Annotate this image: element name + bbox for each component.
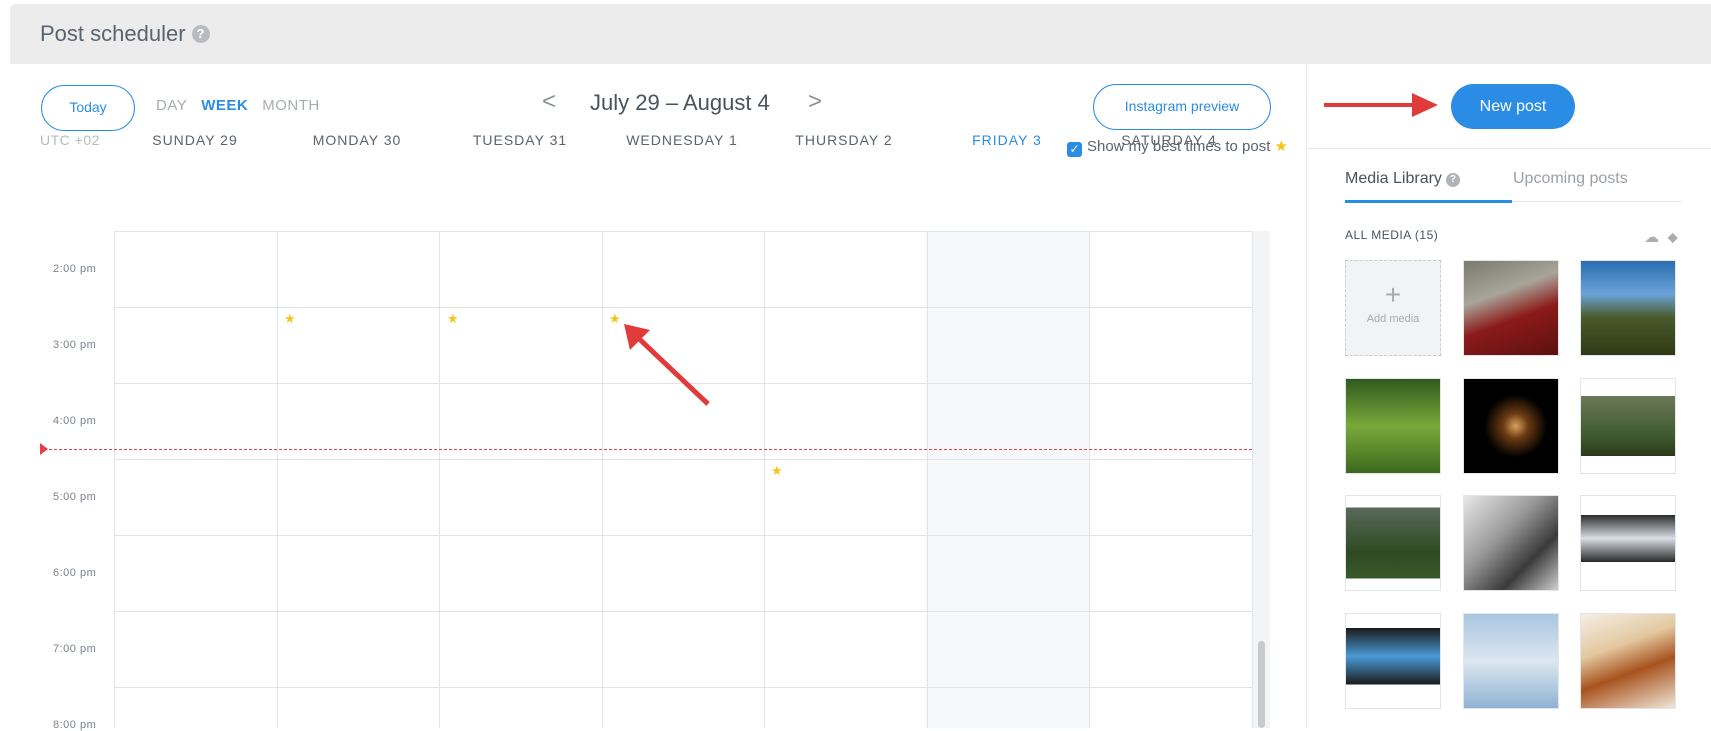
next-week-button[interactable]: >: [808, 88, 822, 116]
help-icon[interactable]: ?: [191, 25, 210, 43]
best-time-star-icon[interactable]: ★: [771, 463, 783, 479]
divider: [1307, 148, 1711, 149]
scrollbar-thumb[interactable]: [1258, 641, 1265, 728]
media-image: [1464, 496, 1558, 590]
day-header[interactable]: TUESDAY 31: [439, 132, 601, 148]
top-bar: Post scheduler?: [10, 4, 1711, 64]
time-label: 2:00 pm: [53, 263, 97, 275]
best-time-star-icon[interactable]: ★: [609, 311, 621, 327]
media-image: [1464, 379, 1558, 473]
grid-column-line: [439, 231, 440, 728]
media-thumbnail[interactable]: [1463, 260, 1559, 356]
media-thumbnail[interactable]: [1463, 613, 1559, 709]
star-icon: ★: [1274, 138, 1288, 155]
media-image: [1581, 614, 1675, 708]
cloud-upload-icon[interactable]: ☁: [1644, 229, 1659, 246]
tab-media-library[interactable]: Media Library?: [1345, 170, 1460, 188]
media-thumbnail[interactable]: [1463, 378, 1559, 474]
media-count: ALL MEDIA (15): [1345, 228, 1439, 242]
calendar-scrollbar[interactable]: [1252, 231, 1270, 728]
media-thumbnail[interactable]: [1580, 495, 1676, 591]
prev-week-button[interactable]: <: [542, 88, 556, 116]
media-image: [1581, 261, 1675, 355]
grid-column-line: [601, 231, 603, 728]
grid-column-line: [1089, 231, 1090, 728]
new-post-button[interactable]: New post: [1451, 84, 1575, 129]
instagram-preview-button[interactable]: Instagram preview: [1093, 84, 1271, 130]
view-switcher: DAY WEEK MONTH: [156, 97, 334, 114]
add-media-tile[interactable]: + Add media: [1345, 260, 1441, 356]
time-label: 3:00 pm: [53, 339, 97, 351]
media-image: [1464, 614, 1558, 708]
grid-column-line: [114, 231, 115, 728]
current-day-column: [926, 231, 1089, 728]
media-thumbnail[interactable]: [1580, 378, 1676, 474]
media-actions: ☁ ⬥: [1644, 228, 1678, 246]
time-label: 7:00 pm: [53, 643, 97, 655]
grid-row-line: [114, 687, 1252, 688]
media-image: [1464, 261, 1558, 355]
media-image: [1346, 614, 1440, 708]
best-time-star-icon[interactable]: ★: [447, 311, 459, 327]
grid-row-line: [114, 231, 1252, 232]
annotation-arrow-diagonal: [624, 324, 710, 406]
day-header[interactable]: MONDAY 30: [276, 132, 438, 148]
grid-row-line: [114, 611, 1252, 612]
tag-icon[interactable]: ⬥: [1667, 229, 1678, 246]
time-label: 8:00 pm: [53, 719, 97, 731]
view-day-button[interactable]: DAY: [156, 97, 187, 114]
grid-column-line: [764, 231, 765, 728]
tab-media-library-label: Media Library: [1345, 170, 1442, 187]
active-tab-indicator: [1345, 200, 1512, 203]
media-image: [1346, 379, 1440, 473]
sidebar: New post Media Library? Upcoming posts A…: [1306, 64, 1711, 728]
timezone-label: UTC +02: [40, 132, 100, 148]
page-title-text: Post scheduler: [40, 21, 186, 46]
media-thumbnail[interactable]: [1463, 495, 1559, 591]
add-media-label: Add media: [1366, 313, 1420, 325]
day-header[interactable]: THURSDAY 2: [763, 132, 925, 148]
view-week-button[interactable]: WEEK: [201, 97, 248, 114]
media-thumbnail[interactable]: [1345, 613, 1441, 709]
media-thumbnail[interactable]: [1345, 495, 1441, 591]
time-label: 4:00 pm: [53, 415, 97, 427]
date-range: July 29 – August 4: [590, 90, 770, 115]
day-header[interactable]: SATURDAY 4: [1088, 132, 1250, 148]
tab-upcoming-posts[interactable]: Upcoming posts: [1513, 170, 1628, 188]
grid-row-line: [114, 307, 1252, 308]
time-label: 6:00 pm: [53, 567, 97, 579]
today-button[interactable]: Today: [41, 85, 135, 131]
help-icon[interactable]: ?: [1445, 173, 1460, 187]
best-time-star-icon[interactable]: ★: [284, 311, 296, 327]
grid-column-line: [276, 231, 278, 728]
day-header[interactable]: FRIDAY 3: [926, 132, 1088, 148]
view-month-button[interactable]: MONTH: [262, 97, 320, 114]
page-title: Post scheduler?: [40, 21, 210, 47]
plus-icon: +: [1384, 279, 1402, 310]
media-thumbnail[interactable]: [1580, 260, 1676, 356]
media-image: [1581, 379, 1675, 473]
tab-underline: [1512, 201, 1682, 202]
time-label: 5:00 pm: [53, 491, 97, 503]
current-time-line: [44, 449, 1252, 450]
calendar-grid[interactable]: ★ ★ ★ ★: [114, 231, 1253, 728]
grid-column-line: [926, 231, 928, 728]
day-header[interactable]: SUNDAY 29: [114, 132, 276, 148]
media-image: [1581, 496, 1675, 590]
media-image: [1346, 496, 1440, 590]
annotation-arrow-horizontal: [1324, 93, 1438, 117]
grid-row-line: [114, 535, 1252, 536]
media-thumbnail[interactable]: [1345, 378, 1441, 474]
media-thumbnail[interactable]: [1580, 613, 1676, 709]
grid-row-line: [114, 459, 1252, 460]
day-header[interactable]: WEDNESDAY 1: [601, 132, 763, 148]
